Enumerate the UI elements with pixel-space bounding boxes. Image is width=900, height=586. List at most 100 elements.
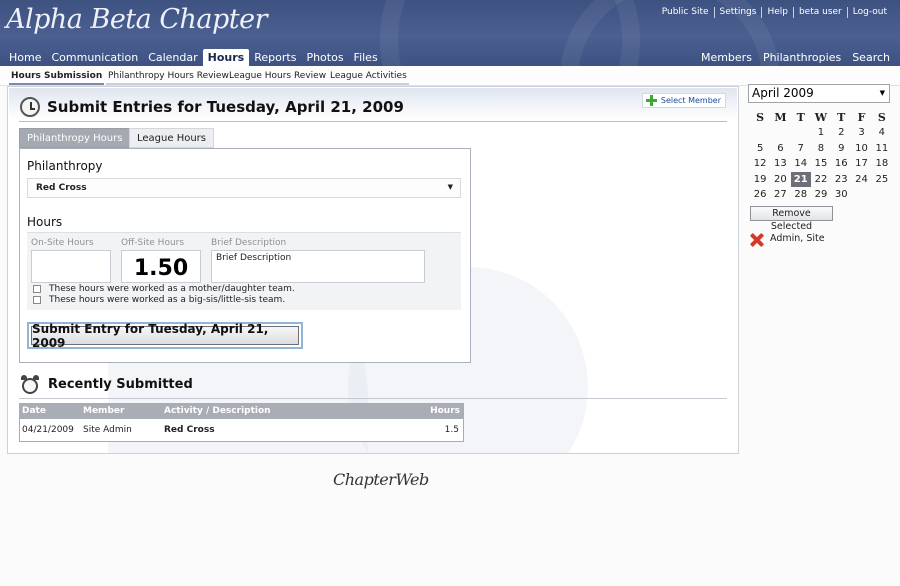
calendar-day[interactable]: 7	[791, 141, 811, 156]
calendar-day[interactable]: 22	[811, 172, 831, 187]
col-activity[interactable]: Activity / Description	[164, 406, 271, 416]
calendar-day[interactable]: 16	[831, 156, 851, 171]
user-link[interactable]: beta user	[792, 7, 847, 18]
philanthropy-select[interactable]: Red Cross ▼	[27, 178, 461, 198]
subnav-league-activities[interactable]: League Activities	[328, 71, 409, 85]
calendar-day[interactable]: 21	[790, 171, 811, 187]
calendar-day[interactable]: 26	[750, 187, 770, 202]
chapter-logo[interactable]: Alpha Beta Chapter	[6, 4, 268, 35]
calendar-day[interactable]: 6	[770, 141, 790, 156]
philanthropy-select-value: Red Cross	[36, 183, 87, 193]
description-input[interactable]: Brief Description	[211, 250, 425, 283]
month-select[interactable]: April 2009 ▼	[748, 84, 890, 103]
col-hours[interactable]: Hours	[430, 406, 460, 416]
selected-member: Admin, Site	[770, 233, 825, 244]
calendar-day[interactable]: 23	[831, 172, 851, 187]
recently-submitted-title: Recently Submitted	[48, 377, 193, 392]
calendar-day[interactable]: 25	[872, 172, 892, 187]
weekday-label: S	[756, 111, 765, 124]
subnav-philanthropy-review[interactable]: Philanthropy Hours Review	[106, 71, 231, 85]
right-nav: Members Philanthropies Search	[690, 51, 890, 64]
nav-tab-hours[interactable]: Hours	[202, 49, 250, 66]
calendar-day[interactable]: 24	[851, 172, 871, 187]
calendar-day[interactable]: 14	[791, 156, 811, 171]
mother-daughter-checkbox[interactable]	[33, 285, 41, 293]
calendar-day[interactable]: 20	[770, 172, 790, 187]
calendar-empty-cell	[750, 125, 770, 140]
settings-link[interactable]: Settings	[713, 7, 762, 18]
row-activity: Red Cross	[164, 425, 215, 435]
table-row[interactable]: 04/21/2009 Site Admin Red Cross 1.5	[20, 419, 463, 441]
calendar-day[interactable]: 10	[851, 141, 871, 156]
philanthropy-label: Philanthropy	[27, 159, 103, 173]
calendar-day[interactable]: 8	[811, 141, 831, 156]
weekday-label: W	[814, 111, 828, 124]
calendar-days: 1 2 3 4 5 6 7 8 9 10 11 12 13 14 15 16 17 18 19 20 21 22 23 24 2…	[750, 125, 892, 202]
calendar-day[interactable]: 13	[770, 156, 790, 171]
calendar-day[interactable]: 15	[811, 156, 831, 171]
month-select-value: April 2009	[752, 86, 814, 100]
calendar-day[interactable]: 5	[750, 141, 770, 156]
remove-x-icon[interactable]	[750, 233, 764, 247]
mother-daughter-label: These hours were worked as a mother/daug…	[49, 284, 295, 294]
hours-label: Hours	[27, 215, 63, 229]
weekday-label: F	[857, 111, 866, 124]
col-member[interactable]: Member	[83, 406, 124, 416]
weekday-label: M	[774, 111, 787, 124]
dropdown-arrow-icon: ▼	[879, 89, 885, 97]
offsite-hours-input[interactable]: 1.50	[121, 250, 201, 283]
nav-philanthropies[interactable]: Philanthropies	[763, 51, 841, 64]
select-member-label: Select Member	[660, 96, 721, 105]
nav-tab-photos[interactable]: Photos	[301, 49, 348, 66]
submit-entry-button[interactable]: Submit Entry for Tuesday, April 21, 2009	[31, 322, 299, 350]
calendar-week: 19 20 21 22 23 24 25	[750, 171, 892, 187]
col-date[interactable]: Date	[22, 406, 46, 416]
alarm-clock-icon	[20, 375, 40, 395]
calendar-day[interactable]: 3	[851, 125, 871, 140]
onsite-hours-input[interactable]	[31, 250, 111, 283]
calendar-day[interactable]: 11	[872, 141, 892, 156]
nav-tab-reports[interactable]: Reports	[249, 49, 301, 66]
subnav-league-review[interactable]: League Hours Review	[227, 71, 329, 85]
description-label: Brief Description	[211, 238, 287, 248]
nav-tab-calendar[interactable]: Calendar	[143, 49, 202, 66]
calendar-empty-cell	[872, 187, 892, 202]
calendar-week: 12 13 14 15 16 17 18	[750, 156, 892, 171]
app-header: Alpha Beta Chapter Public Site Settings …	[0, 0, 900, 66]
public-site-link[interactable]: Public Site	[657, 7, 714, 18]
nav-tab-home[interactable]: Home	[4, 49, 46, 66]
row-hours: 1.5	[444, 425, 459, 435]
select-member-button[interactable]: Select Member	[641, 93, 726, 108]
calendar-day[interactable]: 2	[831, 125, 851, 140]
calendar-day[interactable]: 1	[811, 125, 831, 140]
calendar-empty-cell	[770, 125, 790, 140]
nav-members[interactable]: Members	[701, 51, 752, 64]
tab-philanthropy-hours[interactable]: Philanthropy Hours	[19, 128, 131, 148]
big-little-checkbox[interactable]	[33, 296, 41, 304]
row-member: Site Admin	[83, 425, 132, 435]
calendar-empty-cell	[851, 187, 871, 202]
calendar-day[interactable]: 9	[831, 141, 851, 156]
help-link[interactable]: Help	[761, 7, 793, 18]
tab-league-hours[interactable]: League Hours	[129, 128, 214, 148]
calendar-day[interactable]: 27	[770, 187, 790, 202]
calendar-day[interactable]: 12	[750, 156, 770, 171]
nav-tab-files[interactable]: Files	[349, 49, 383, 66]
divider	[19, 398, 727, 399]
calendar-day[interactable]: 28	[791, 187, 811, 202]
calendar-weekdays: S M T W T F S	[750, 110, 892, 125]
subnav-hours-submission[interactable]: Hours Submission	[9, 71, 105, 85]
calendar-day[interactable]: 17	[851, 156, 871, 171]
calendar-day[interactable]: 4	[872, 125, 892, 140]
submit-button-wrapper: Submit Entry for Tuesday, April 21, 2009	[27, 322, 303, 350]
main-nav: Home Communication Calendar Hours Report…	[4, 49, 383, 66]
calendar-day[interactable]: 30	[831, 187, 851, 202]
calendar-day[interactable]: 29	[811, 187, 831, 202]
logout-link[interactable]: Log-out	[846, 7, 892, 18]
remove-selected-button[interactable]: Remove Selected	[750, 206, 833, 232]
calendar-day[interactable]: 18	[872, 156, 892, 171]
calendar: S M T W T F S 1 2 3 4 5 6 7 8 9 10 11 12 13 14 15 16 17 1…	[750, 110, 892, 202]
calendar-day[interactable]: 19	[750, 172, 770, 187]
nav-search[interactable]: Search	[852, 51, 890, 64]
nav-tab-communication[interactable]: Communication	[46, 49, 143, 66]
